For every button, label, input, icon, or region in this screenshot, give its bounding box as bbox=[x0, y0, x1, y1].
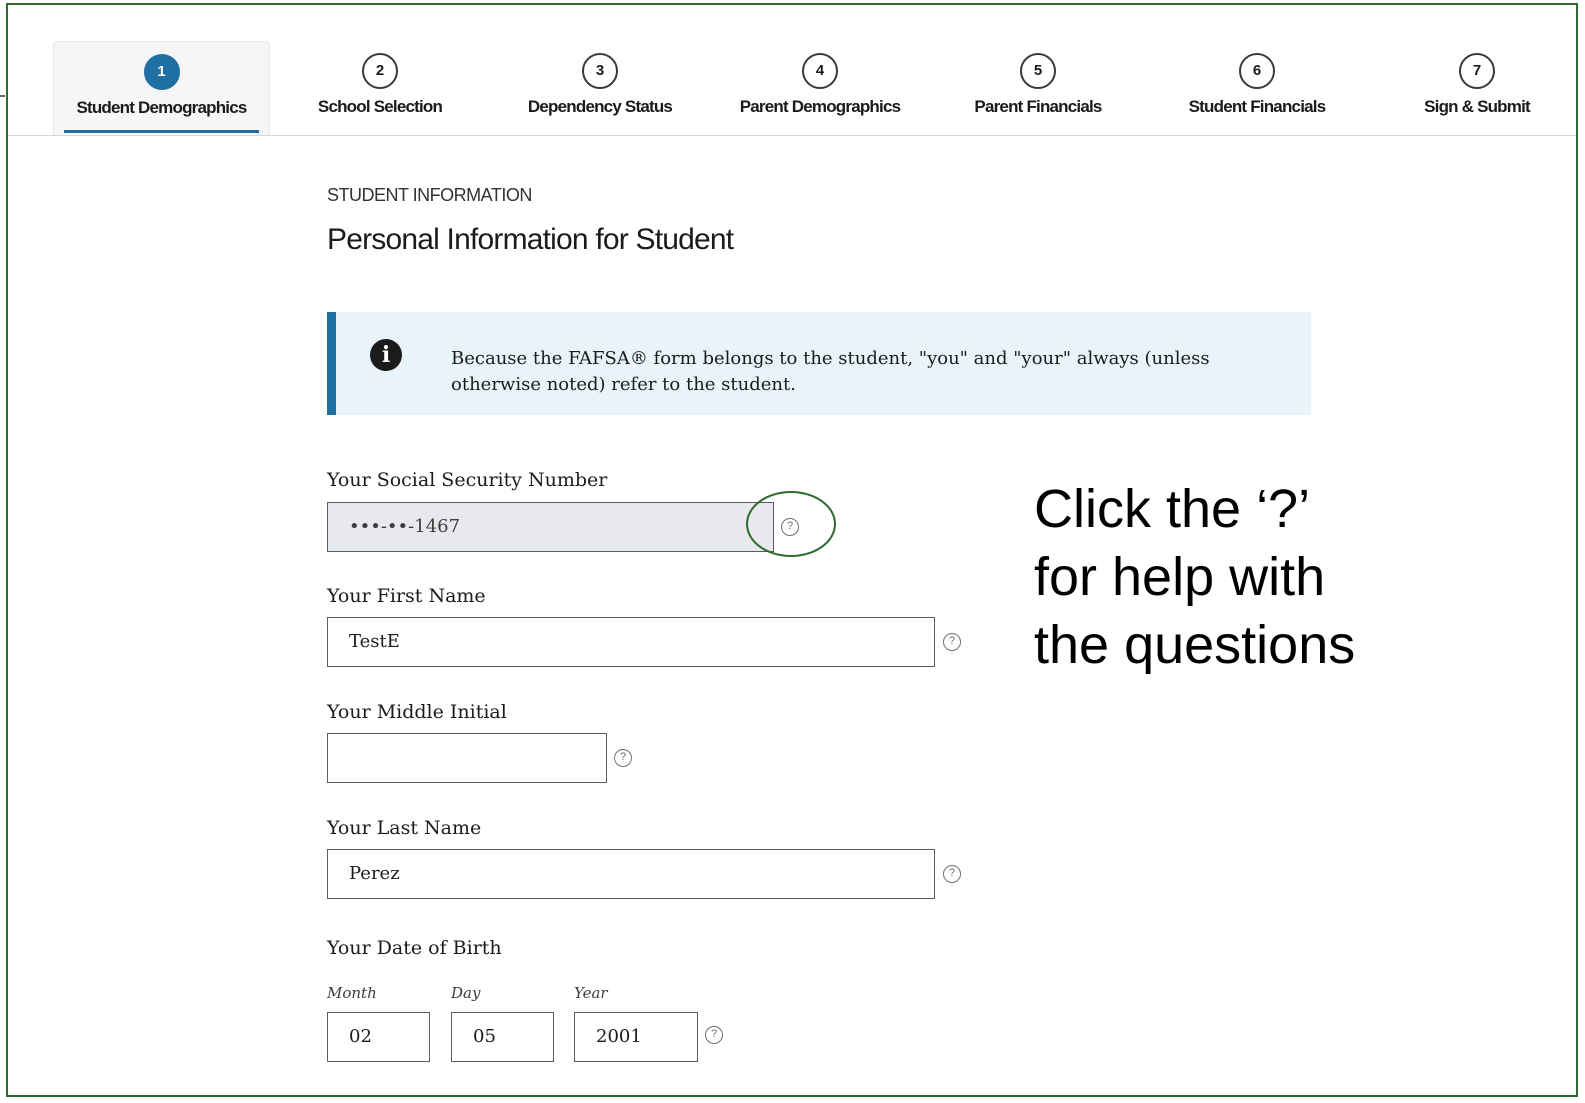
active-step-underline bbox=[64, 130, 259, 133]
ssn-label: Your Social Security Number bbox=[327, 469, 608, 491]
step-number: 1 bbox=[143, 54, 180, 90]
edge-mark bbox=[0, 95, 5, 97]
help-icon-first-name[interactable]: ? bbox=[943, 633, 961, 651]
dob-year-field[interactable]: 2001 bbox=[574, 1012, 698, 1062]
help-icon-last-name[interactable]: ? bbox=[943, 865, 961, 883]
middle-initial-label: Your Middle Initial bbox=[327, 701, 507, 723]
first-name-label: Your First Name bbox=[327, 585, 486, 607]
dob-month-label: Month bbox=[327, 984, 377, 1002]
step-student-financials[interactable]: 6 Student Financials bbox=[1162, 41, 1352, 135]
step-label: Dependency Status bbox=[527, 97, 673, 116]
dob-day-label: Day bbox=[451, 984, 481, 1002]
step-number: 4 bbox=[802, 53, 838, 89]
step-label: Sign & Submit bbox=[1424, 97, 1531, 116]
first-name-field[interactable]: TestE bbox=[327, 617, 935, 667]
step-number: 5 bbox=[1020, 53, 1056, 89]
dob-month-field[interactable]: 02 bbox=[327, 1012, 430, 1062]
step-label: School Selection bbox=[317, 97, 443, 116]
alert-text: Because the FAFSA® form belongs to the s… bbox=[451, 348, 1210, 395]
step-dependency-status[interactable]: 3 Dependency Status bbox=[505, 41, 695, 135]
help-icon-middle-initial[interactable]: ? bbox=[614, 749, 632, 767]
step-label: Student Demographics bbox=[76, 98, 247, 117]
step-label: Student Financials bbox=[1188, 97, 1327, 116]
dob-year-label: Year bbox=[574, 984, 608, 1002]
step-number: 2 bbox=[362, 53, 398, 89]
middle-initial-field[interactable] bbox=[327, 733, 607, 783]
step-sign-and-submit[interactable]: 7 Sign & Submit bbox=[1397, 41, 1557, 135]
dob-day-field[interactable]: 05 bbox=[451, 1012, 554, 1062]
screenshot-frame: 1 Student Demographics 2 School Selectio… bbox=[6, 3, 1578, 1097]
info-alert: i Because the FAFSA® form belongs to the… bbox=[327, 312, 1311, 415]
step-indicator-nav: 1 Student Demographics 2 School Selectio… bbox=[8, 31, 1576, 136]
page-title: Personal Information for Student bbox=[327, 223, 734, 256]
info-icon: i bbox=[370, 339, 402, 371]
step-label: Parent Financials bbox=[974, 97, 1102, 116]
step-parent-financials[interactable]: 5 Parent Financials bbox=[948, 41, 1128, 135]
step-label: Parent Demographics bbox=[739, 97, 901, 116]
dob-label: Your Date of Birth bbox=[327, 937, 502, 959]
help-highlight-ring bbox=[746, 491, 836, 557]
step-number: 6 bbox=[1239, 53, 1275, 89]
step-student-demographics[interactable]: 1 Student Demographics bbox=[53, 41, 270, 135]
step-school-selection[interactable]: 2 School Selection bbox=[290, 41, 470, 135]
help-callout-text: Click the ‘?’ for help with the question… bbox=[1034, 479, 1356, 675]
step-parent-demographics[interactable]: 4 Parent Demographics bbox=[720, 41, 920, 135]
step-number: 7 bbox=[1459, 53, 1495, 89]
last-name-label: Your Last Name bbox=[327, 817, 482, 839]
ssn-field: •••-••-1467 bbox=[327, 502, 774, 552]
help-icon-dob[interactable]: ? bbox=[705, 1026, 723, 1044]
section-kicker: STUDENT INFORMATION bbox=[327, 185, 532, 205]
last-name-field[interactable]: Perez bbox=[327, 849, 935, 899]
step-number: 3 bbox=[582, 53, 618, 89]
